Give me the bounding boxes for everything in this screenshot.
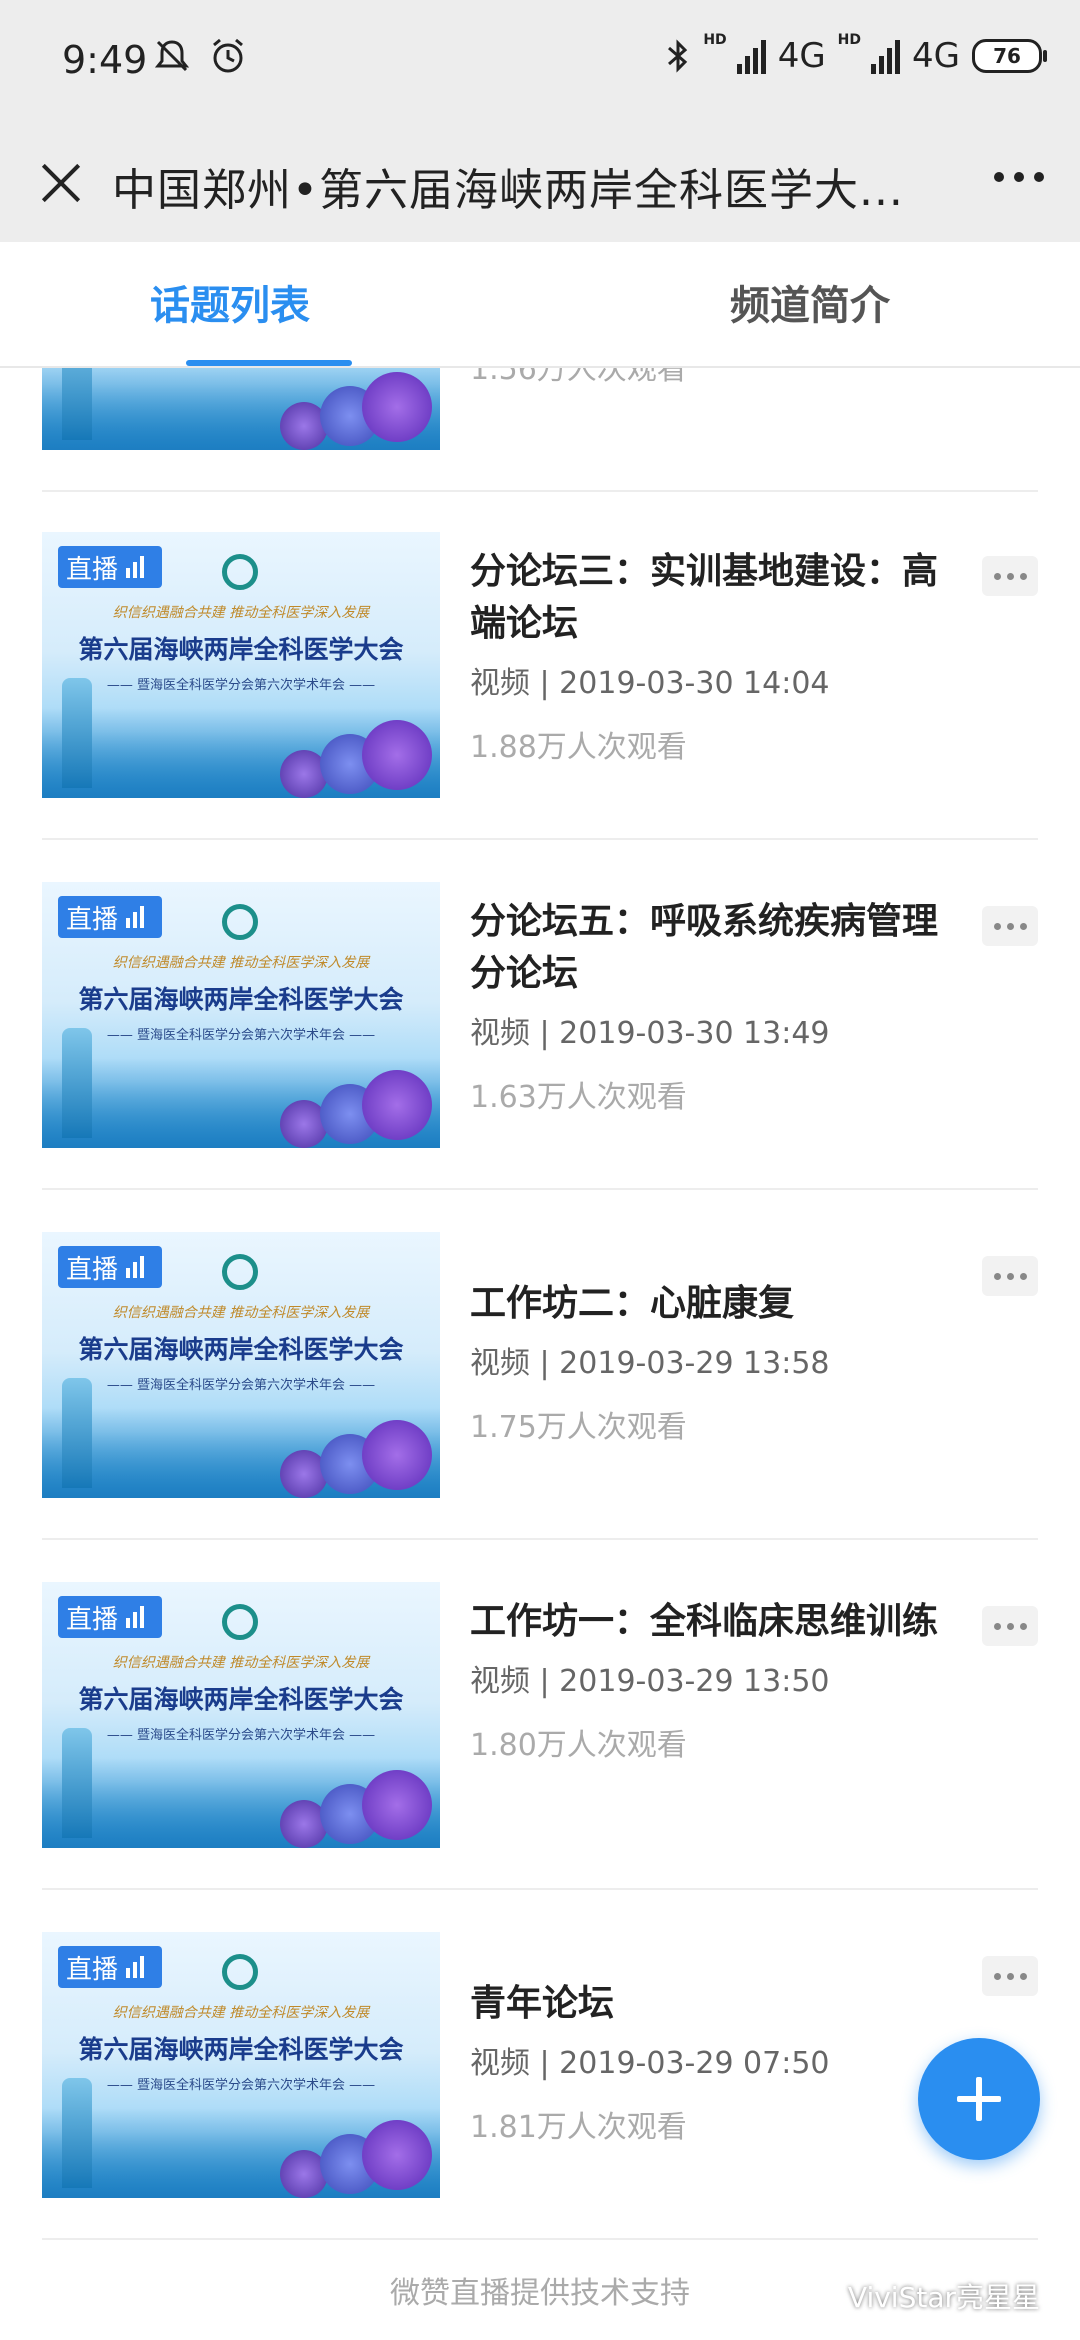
live-badge-label: 直播 (66, 904, 119, 935)
live-bars-icon (126, 1956, 145, 1978)
thumb-subtitle: —— 暨海医全科医学分会第六次学术年会 —— (106, 2078, 376, 2093)
page-title: 中国郑州•第六届海峡两岸全科医学大... (112, 165, 904, 216)
item-title: 工作坊二：心脏康复 (470, 1283, 795, 1324)
live-badge: 直播 (58, 1246, 162, 1288)
list-item[interactable]: 织信织遇融合共建 推动全科医学深入发展 第六届海峡两岸全科医学大会 —— 暨海医… (42, 1188, 1038, 1540)
live-badge: 直播 (58, 1596, 162, 1638)
thumb-conference: 第六届海峡两岸全科医学大会 (78, 1685, 404, 1714)
more-icon[interactable] (994, 172, 1044, 182)
live-bars-icon (126, 906, 145, 928)
item-meta: 视频 | 2019-03-30 13:49 (470, 1016, 830, 1051)
status-right: HD 4G HD 4G 76 (665, 32, 1047, 76)
item-meta: 视频 | 2019-03-30 14:04 (470, 666, 830, 701)
footer: 微赞直播提供技术支持 ViviStar亮星星 (0, 2258, 1080, 2340)
network-1: 4G (777, 36, 826, 76)
tab-indicator (186, 360, 352, 366)
view-count: 1.75万人次观看 (470, 1410, 687, 1445)
item-title: 青年论坛 (470, 1983, 615, 2024)
item-title: 工作坊一：全科临床思维训练 (470, 1601, 939, 1642)
live-badge-label: 直播 (66, 554, 119, 585)
conference-logo-icon (222, 1954, 258, 1990)
live-bars-icon (126, 1256, 145, 1278)
hd-label-1: HD (703, 32, 727, 48)
mute-icon (154, 40, 190, 72)
view-count: 1.88万人次观看 (470, 730, 687, 765)
video-thumbnail: 织信织遇融合共建 推动全科医学深入发展 第六届海峡两岸全科医学大会 —— 暨海医… (42, 1232, 440, 1498)
list-item[interactable]: 织信织遇融合共建 推动全科医学深入发展 第六届海峡两岸全科医学大会 —— 暨海医… (42, 488, 1038, 840)
thumb-subtitle: —— 暨海医全科医学分会第六次学术年会 —— (106, 678, 376, 693)
item-more-icon[interactable] (982, 1256, 1038, 1296)
conference-logo-icon (222, 1254, 258, 1290)
view-count: 1.81万人次观看 (470, 2110, 687, 2145)
view-count: 1.63万人次观看 (470, 1080, 687, 1115)
list-item[interactable]: 1.56万人次观看 (42, 368, 1038, 492)
close-icon[interactable] (28, 150, 94, 216)
item-meta: 视频 | 2019-03-29 13:58 (470, 1346, 830, 1381)
signal-icon-1 (736, 38, 766, 74)
thumb-slogan: 织信织遇融合共建 推动全科医学深入发展 (112, 1655, 370, 1671)
thumb-subtitle: —— 暨海医全科医学分会第六次学术年会 —— (106, 1728, 376, 1743)
list-item[interactable]: 织信织遇融合共建 推动全科医学深入发展 第六届海峡两岸全科医学大会 —— 暨海医… (42, 1888, 1038, 2240)
item-title: 分论坛三：实训基地建设：高端论坛 (470, 551, 939, 644)
conference-logo-icon (222, 904, 258, 940)
thumb-slogan: 织信织遇融合共建 推动全科医学深入发展 (112, 955, 370, 971)
status-bar: 9:49 HD 4G HD 4G 76 (0, 0, 1080, 124)
video-thumbnail (42, 368, 440, 450)
topic-list: 1.56万人次观看 织信织遇融合共建 推动全科医学深入发展 第六届海峡两岸全科医… (0, 368, 1080, 2258)
item-more-icon[interactable] (982, 556, 1038, 596)
live-badge: 直播 (58, 896, 162, 938)
network-2: 4G (912, 36, 960, 76)
plus-icon[interactable] (918, 2038, 1040, 2160)
thumb-conference: 第六届海峡两岸全科医学大会 (78, 1335, 404, 1364)
video-thumbnail: 织信织遇融合共建 推动全科医学深入发展 第六届海峡两岸全科医学大会 —— 暨海医… (42, 1932, 440, 2198)
item-meta: 视频 | 2019-03-29 13:50 (470, 1664, 830, 1699)
battery-level: 76 (993, 44, 1021, 68)
video-thumbnail: 织信织遇融合共建 推动全科医学深入发展 第六届海峡两岸全科医学大会 —— 暨海医… (42, 882, 440, 1148)
view-count: 1.56万人次观看 (470, 368, 687, 387)
watermark: ViviStar亮星星 (847, 2281, 1040, 2314)
item-more-icon[interactable] (982, 906, 1038, 946)
status-left-icons (152, 36, 248, 76)
live-badge: 直播 (58, 1946, 162, 1988)
hd-label-2: HD (837, 32, 862, 48)
item-title: 分论坛五：呼吸系统疾病管理分论坛 (470, 901, 939, 994)
video-thumbnail: 织信织遇融合共建 推动全科医学深入发展 第六届海峡两岸全科医学大会 —— 暨海医… (42, 532, 440, 798)
conference-logo-icon (222, 1604, 258, 1640)
tab-channel-intro[interactable]: 频道简介 (660, 242, 960, 366)
live-bars-icon (126, 556, 145, 578)
thumb-slogan: 织信织遇融合共建 推动全科医学深入发展 (112, 2005, 370, 2021)
item-more-icon[interactable] (982, 1956, 1038, 1996)
tab-topic-list[interactable]: 话题列表 (80, 242, 380, 366)
list-item[interactable]: 织信织遇融合共建 推动全科医学深入发展 第六届海峡两岸全科医学大会 —— 暨海医… (42, 838, 1038, 1190)
video-thumbnail: 织信织遇融合共建 推动全科医学深入发展 第六届海峡两岸全科医学大会 —— 暨海医… (42, 1582, 440, 1848)
thumb-slogan: 织信织遇融合共建 推动全科医学深入发展 (112, 605, 370, 621)
battery-icon: 76 (972, 39, 1047, 73)
thumb-slogan: 织信织遇融合共建 推动全科医学深入发展 (112, 1305, 370, 1321)
live-badge: 直播 (58, 546, 162, 588)
view-count: 1.80万人次观看 (470, 1728, 687, 1763)
thumb-subtitle: —— 暨海医全科医学分会第六次学术年会 —— (106, 1378, 376, 1393)
item-meta: 视频 | 2019-03-29 07:50 (470, 2046, 830, 2081)
list-item[interactable]: 织信织遇融合共建 推动全科医学深入发展 第六届海峡两岸全科医学大会 —— 暨海医… (42, 1538, 1038, 1890)
title-bar: 中国郑州•第六届海峡两岸全科医学大... (0, 124, 1080, 242)
live-bars-icon (126, 1606, 145, 1628)
bluetooth-icon (668, 39, 688, 73)
live-badge-label: 直播 (66, 1604, 119, 1635)
thumb-conference: 第六届海峡两岸全科医学大会 (78, 635, 404, 664)
alarm-icon (213, 38, 243, 73)
thumb-subtitle: —— 暨海医全科医学分会第六次学术年会 —— (106, 1028, 376, 1043)
live-badge-label: 直播 (66, 1954, 119, 1985)
status-time: 9:49 (62, 38, 148, 82)
tab-bar: 话题列表 频道简介 (0, 242, 1080, 368)
item-more-icon[interactable] (982, 1606, 1038, 1646)
live-badge-label: 直播 (66, 1254, 119, 1285)
thumb-conference: 第六届海峡两岸全科医学大会 (78, 985, 404, 1014)
signal-icon-2 (871, 38, 901, 74)
thumb-conference: 第六届海峡两岸全科医学大会 (78, 2035, 404, 2064)
conference-logo-icon (222, 554, 258, 590)
